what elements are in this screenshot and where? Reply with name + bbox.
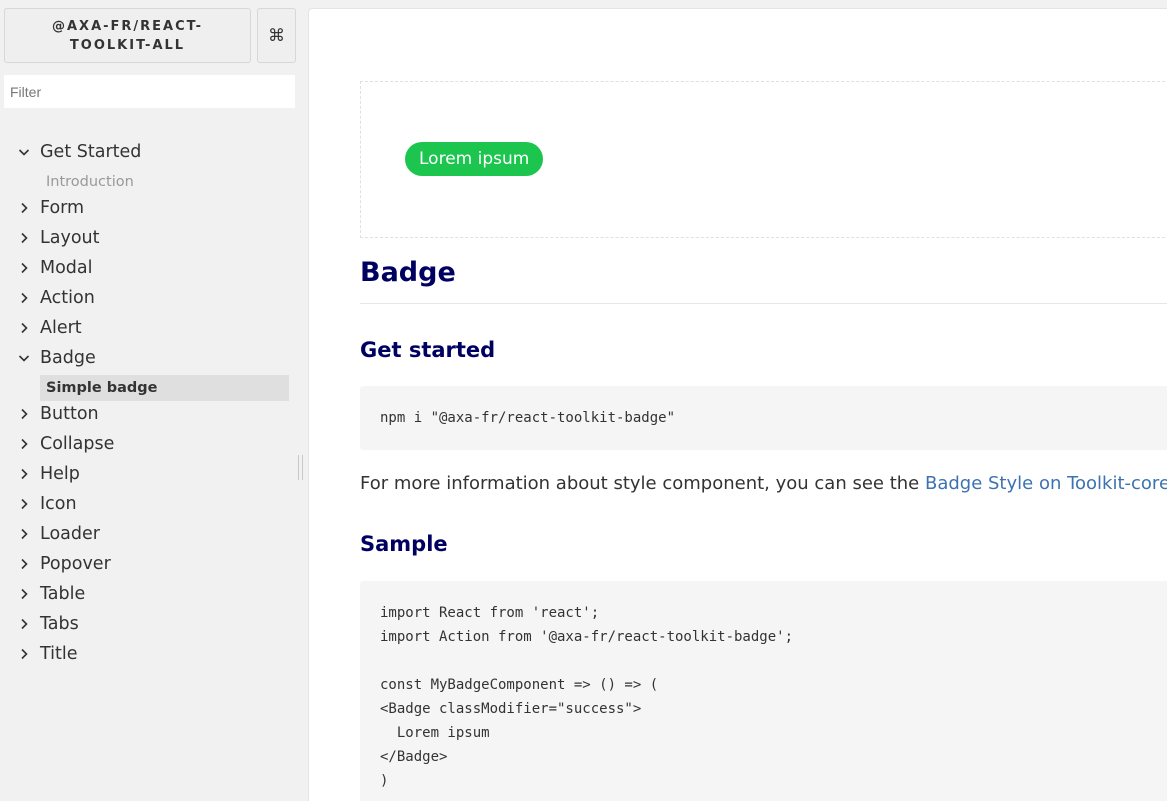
nav-item-button[interactable]: Button [16,401,289,427]
command-icon: ⌘ [268,25,285,46]
nav-item-collapse[interactable]: Collapse [16,431,289,457]
nav-item-label: Badge [40,348,96,368]
nav-item-label: Layout [40,228,100,248]
nav-item-label: Tabs [40,614,79,634]
info-paragraph: For more information about style compone… [360,473,1167,494]
sample-heading: Sample [360,532,448,556]
code-line: </Badge> [380,749,448,765]
chevron-right-icon [16,616,32,632]
nav-item-icon[interactable]: Icon [16,491,289,517]
chevron-right-icon [16,466,32,482]
code-line: import React from 'react'; [380,605,600,621]
sidebar-resize-handle[interactable] [298,455,303,480]
nav-subitem-introduction[interactable]: Introduction [40,169,289,195]
nav-item-label: Table [40,584,86,604]
nav-item-label: Button [40,404,99,424]
install-code-block: npm i "@axa-fr/react-toolkit-badge" [360,386,1167,450]
filter-input[interactable] [4,75,295,108]
chevron-right-icon [16,496,32,512]
nav-subitem-simple-badge[interactable]: Simple badge [40,375,289,401]
nav-item-alert[interactable]: Alert [16,315,289,341]
code-line: npm i "@axa-fr/react-toolkit-badge" [380,410,676,426]
code-line: import Action from '@axa-fr/react-toolki… [380,629,794,645]
nav-item-title[interactable]: Title [16,641,289,667]
chevron-right-icon [16,556,32,572]
nav-item-label: Modal [40,258,93,278]
chevron-right-icon [16,646,32,662]
code-line: Lorem ipsum [380,725,490,741]
chevron-right-icon [16,200,32,216]
nav-item-loader[interactable]: Loader [16,521,289,547]
info-text: For more information about style compone… [360,473,925,494]
sample-code-block: import React from 'react'; import Action… [360,581,1167,801]
nav-item-tabs[interactable]: Tabs [16,611,289,637]
nav-item-action[interactable]: Action [16,285,289,311]
content-panel: Lorem ipsum Badge Get started npm i "@ax… [308,8,1167,801]
nav-item-help[interactable]: Help [16,461,289,487]
nav-item-label: Loader [40,524,100,544]
nav-item-layout[interactable]: Layout [16,225,289,251]
nav-item-get-started[interactable]: Get Started [16,139,289,165]
chevron-right-icon [16,290,32,306]
page-title: Badge [360,257,456,288]
title-divider [360,303,1167,304]
nav-item-label: Help [40,464,80,484]
nav-item-label: Icon [40,494,77,514]
nav-item-popover[interactable]: Popover [16,551,289,577]
nav-item-label: Collapse [40,434,115,454]
nav-item-label: Action [40,288,95,308]
badge-style-link[interactable]: Badge Style on Toolkit-core [925,473,1167,494]
chevron-right-icon [16,320,32,336]
code-line: const MyBadgeComponent => () => ( [380,677,659,693]
nav-item-table[interactable]: Table [16,581,289,607]
chevron-down-icon [16,144,32,160]
component-preview: Lorem ipsum [360,81,1167,238]
chevron-right-icon [16,230,32,246]
nav-item-label: Get Started [40,142,142,162]
chevron-right-icon [16,526,32,542]
chevron-down-icon [16,350,32,366]
app: @AXA-FR/REACT-TOOLKIT-ALL ⌘ Get Started … [0,0,1167,801]
chevron-right-icon [16,586,32,602]
sidebar: @AXA-FR/REACT-TOOLKIT-ALL ⌘ Get Started … [0,0,308,801]
brand-button[interactable]: @AXA-FR/REACT-TOOLKIT-ALL [4,8,251,63]
get-started-heading: Get started [360,338,496,362]
keyboard-shortcut-button[interactable]: ⌘ [257,8,296,63]
nav-item-label: Alert [40,318,82,338]
nav-item-label: Title [40,644,78,664]
nav-item-modal[interactable]: Modal [16,255,289,281]
nav-item-label: Popover [40,554,111,574]
chevron-right-icon [16,436,32,452]
code-line: <Badge classModifier="success"> [380,701,642,717]
badge-success: Lorem ipsum [405,142,544,176]
chevron-right-icon [16,406,32,422]
nav-item-form[interactable]: Form [16,195,289,221]
code-line: ) [380,773,389,789]
chevron-right-icon [16,260,32,276]
nav-item-badge[interactable]: Badge [16,345,289,371]
nav-item-label: Form [40,198,85,218]
